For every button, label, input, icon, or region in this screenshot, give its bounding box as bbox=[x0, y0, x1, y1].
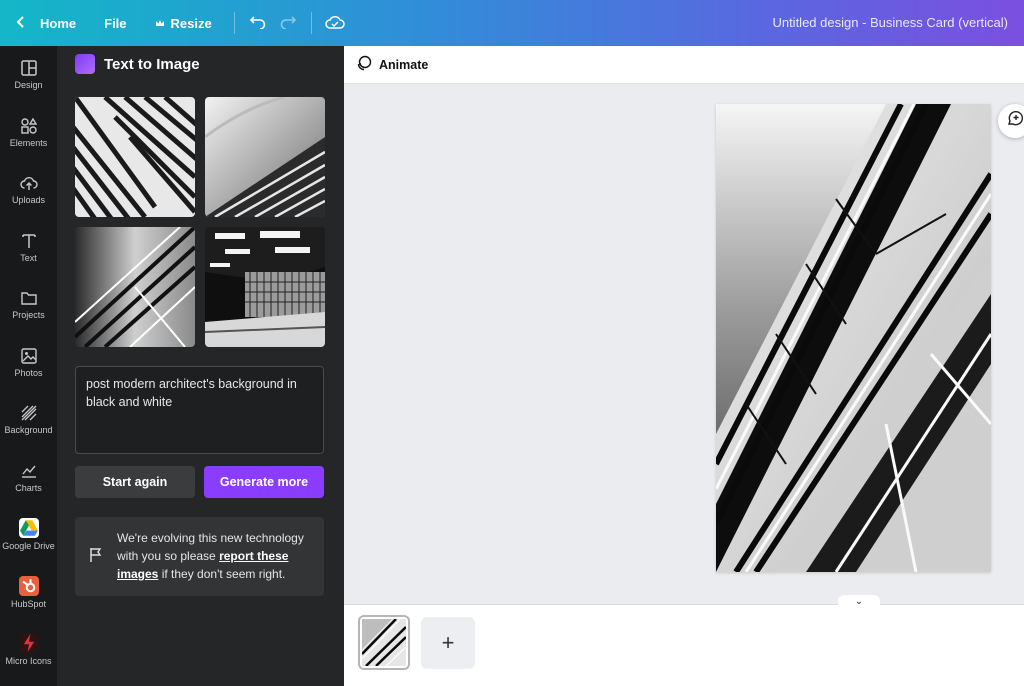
animate-button[interactable]: Animate bbox=[356, 55, 428, 74]
rail-item-design[interactable]: Design bbox=[0, 46, 57, 104]
photo-icon bbox=[20, 348, 37, 364]
rail-label: Charts bbox=[15, 482, 42, 493]
rail-label: Google Drive bbox=[2, 541, 55, 552]
rail-item-hubspot[interactable]: HubSpot bbox=[0, 564, 57, 622]
cloud-check-icon bbox=[324, 14, 345, 33]
hubspot-icon bbox=[18, 575, 39, 596]
panel-title: Text to Image bbox=[104, 55, 200, 73]
generated-image-3[interactable] bbox=[75, 227, 195, 347]
rail-item-google-drive[interactable]: Google Drive bbox=[0, 506, 57, 564]
design-title[interactable]: Untitled design - Business Card (vertica… bbox=[772, 15, 1008, 30]
panel-header: Text to Image bbox=[75, 54, 200, 74]
editor-toolbar: Animate bbox=[344, 46, 1024, 84]
chevron-left-icon bbox=[14, 15, 28, 32]
resize-button[interactable]: Resize bbox=[141, 0, 226, 46]
animate-icon bbox=[356, 55, 372, 74]
side-rail: Design Elements Uploads Text Projects Ph… bbox=[0, 46, 57, 686]
flag-icon bbox=[89, 547, 103, 568]
rail-label: Text bbox=[20, 252, 37, 263]
save-status-button[interactable] bbox=[320, 0, 350, 46]
rail-label: Elements bbox=[9, 137, 48, 148]
generated-image-4[interactable] bbox=[205, 227, 325, 347]
redo-button[interactable] bbox=[273, 0, 303, 46]
page-thumbnail-1[interactable] bbox=[358, 615, 410, 670]
rail-item-micro-icons[interactable]: Micro Icons bbox=[0, 621, 57, 679]
home-button[interactable]: Home bbox=[0, 0, 90, 46]
text-to-image-panel: Text to Image post modern architect's ba… bbox=[57, 46, 344, 686]
generated-results-grid bbox=[75, 97, 325, 347]
start-again-button[interactable]: Start again bbox=[75, 466, 195, 498]
folder-icon bbox=[20, 292, 37, 305]
plus-icon: + bbox=[441, 630, 455, 655]
toolbar-divider bbox=[310, 12, 312, 34]
prompt-input[interactable]: post modern architect's background in bl… bbox=[75, 366, 324, 454]
rail-item-photos[interactable]: Photos bbox=[0, 334, 57, 392]
pages-toggle-handle[interactable]: ⌄ bbox=[838, 595, 880, 607]
rail-item-projects[interactable]: Projects bbox=[0, 276, 57, 334]
add-page-button[interactable]: + bbox=[421, 617, 475, 669]
rail-item-background[interactable]: Background bbox=[0, 391, 57, 449]
resize-label: Resize bbox=[170, 15, 212, 31]
rail-item-uploads[interactable]: Uploads bbox=[0, 161, 57, 219]
rail-item-charts[interactable]: Charts bbox=[0, 449, 57, 507]
comment-plus-icon bbox=[1006, 110, 1024, 133]
design-page-canvas[interactable] bbox=[716, 104, 991, 572]
rail-item-elements[interactable]: Elements bbox=[0, 104, 57, 162]
generated-image-1[interactable] bbox=[75, 97, 195, 217]
notice-text-suffix: if they don't seem right. bbox=[158, 567, 286, 581]
text-to-image-app-icon bbox=[75, 54, 95, 74]
redo-icon bbox=[279, 15, 297, 32]
upload-cloud-icon bbox=[19, 177, 38, 191]
file-menu-button[interactable]: File bbox=[90, 0, 140, 46]
elements-icon bbox=[20, 117, 37, 134]
add-comment-button[interactable] bbox=[998, 104, 1024, 138]
chart-icon bbox=[21, 465, 36, 478]
undo-icon bbox=[249, 15, 267, 32]
file-label: File bbox=[104, 15, 127, 31]
animate-label: Animate bbox=[379, 57, 429, 72]
generate-more-button[interactable]: Generate more bbox=[204, 466, 324, 498]
text-icon bbox=[21, 234, 36, 248]
rail-label: Micro Icons bbox=[5, 656, 52, 667]
undo-button[interactable] bbox=[243, 0, 273, 46]
rail-label: Uploads bbox=[11, 195, 46, 206]
home-label: Home bbox=[40, 15, 77, 31]
chevron-down-icon: ⌄ bbox=[854, 596, 864, 607]
top-bar: Home File Resize Untitled design - Busin… bbox=[0, 0, 1024, 46]
micro-icons-icon bbox=[18, 633, 39, 654]
feedback-notice: We're evolving this new technology with … bbox=[75, 517, 324, 596]
design-icon bbox=[20, 60, 37, 76]
rail-label: Projects bbox=[12, 310, 45, 321]
generated-image-2[interactable] bbox=[205, 97, 325, 217]
rail-label: HubSpot bbox=[10, 598, 47, 609]
rail-label: Background bbox=[4, 425, 53, 436]
rail-label: Design bbox=[14, 80, 43, 91]
rail-item-text[interactable]: Text bbox=[0, 219, 57, 277]
rail-label: Photos bbox=[14, 367, 43, 378]
toolbar-divider bbox=[233, 12, 235, 34]
google-drive-icon bbox=[18, 518, 39, 539]
background-icon bbox=[21, 405, 36, 421]
crown-icon bbox=[155, 16, 165, 31]
